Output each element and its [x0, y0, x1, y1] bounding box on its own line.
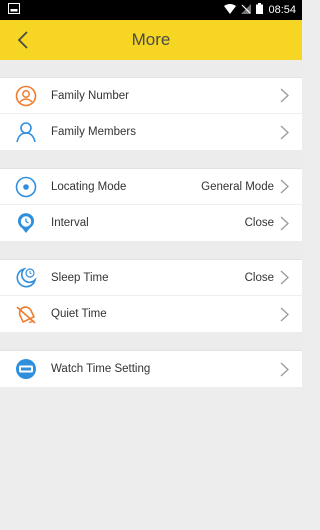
locating-mode-row[interactable]: Locating Mode General Mode — [0, 169, 302, 205]
sleep-time-label: Sleep Time — [51, 271, 109, 284]
bell-mute-icon — [14, 302, 38, 326]
phone-person-icon — [14, 84, 38, 108]
sleep-time-value: Close — [244, 271, 274, 284]
page-title: More — [131, 30, 171, 49]
back-button[interactable] — [8, 20, 38, 60]
section-divider — [0, 241, 302, 260]
family-members-row[interactable]: Family Members — [0, 114, 302, 150]
chevron-right-icon — [280, 215, 290, 231]
interval-label: Interval — [51, 217, 89, 229]
settings-group-location: Locating Mode General Mode Interval Clos… — [0, 169, 302, 241]
locating-mode-value: General Mode — [201, 180, 274, 193]
chevron-left-icon — [17, 31, 28, 49]
status-time: 08:54 — [268, 4, 296, 16]
watch-time-setting-label: Watch Time Setting — [51, 363, 151, 375]
chevron-right-icon — [280, 124, 290, 140]
settings-group-time: Sleep Time Close Quiet Time — [0, 260, 302, 332]
section-divider — [0, 150, 302, 169]
settings-group-contacts: Family Number Family Members — [0, 78, 302, 150]
gallery-notification-icon — [8, 3, 20, 17]
app-header: More — [0, 20, 302, 60]
target-icon — [14, 175, 38, 199]
chevron-right-icon — [280, 88, 290, 104]
watch-time-setting-row[interactable]: Watch Time Setting — [0, 351, 302, 387]
chevron-right-icon — [280, 361, 290, 377]
no-signal-icon — [241, 3, 252, 17]
family-number-row[interactable]: Family Number — [0, 78, 302, 114]
section-divider — [0, 332, 302, 351]
settings-group-watch: Watch Time Setting — [0, 351, 302, 387]
wifi-icon — [224, 3, 237, 17]
chevron-right-icon — [280, 306, 290, 322]
quiet-time-row[interactable]: Quiet Time — [0, 296, 302, 332]
section-divider — [0, 60, 302, 78]
interval-value: Close — [244, 217, 274, 229]
moon-clock-icon — [14, 266, 38, 290]
chevron-right-icon — [280, 270, 290, 286]
sleep-time-row[interactable]: Sleep Time Close — [0, 260, 302, 296]
clock-pin-icon — [14, 211, 38, 235]
chevron-right-icon — [280, 179, 290, 195]
interval-row[interactable]: Interval Close — [0, 205, 302, 241]
status-bar: 08:54 — [0, 0, 302, 20]
locating-mode-label: Locating Mode — [51, 180, 127, 193]
battery-icon — [256, 3, 264, 17]
watch-icon — [14, 357, 38, 381]
quiet-time-label: Quiet Time — [51, 308, 107, 320]
family-members-label: Family Members — [51, 126, 136, 138]
family-number-label: Family Number — [51, 89, 129, 102]
person-outline-icon — [14, 120, 38, 144]
